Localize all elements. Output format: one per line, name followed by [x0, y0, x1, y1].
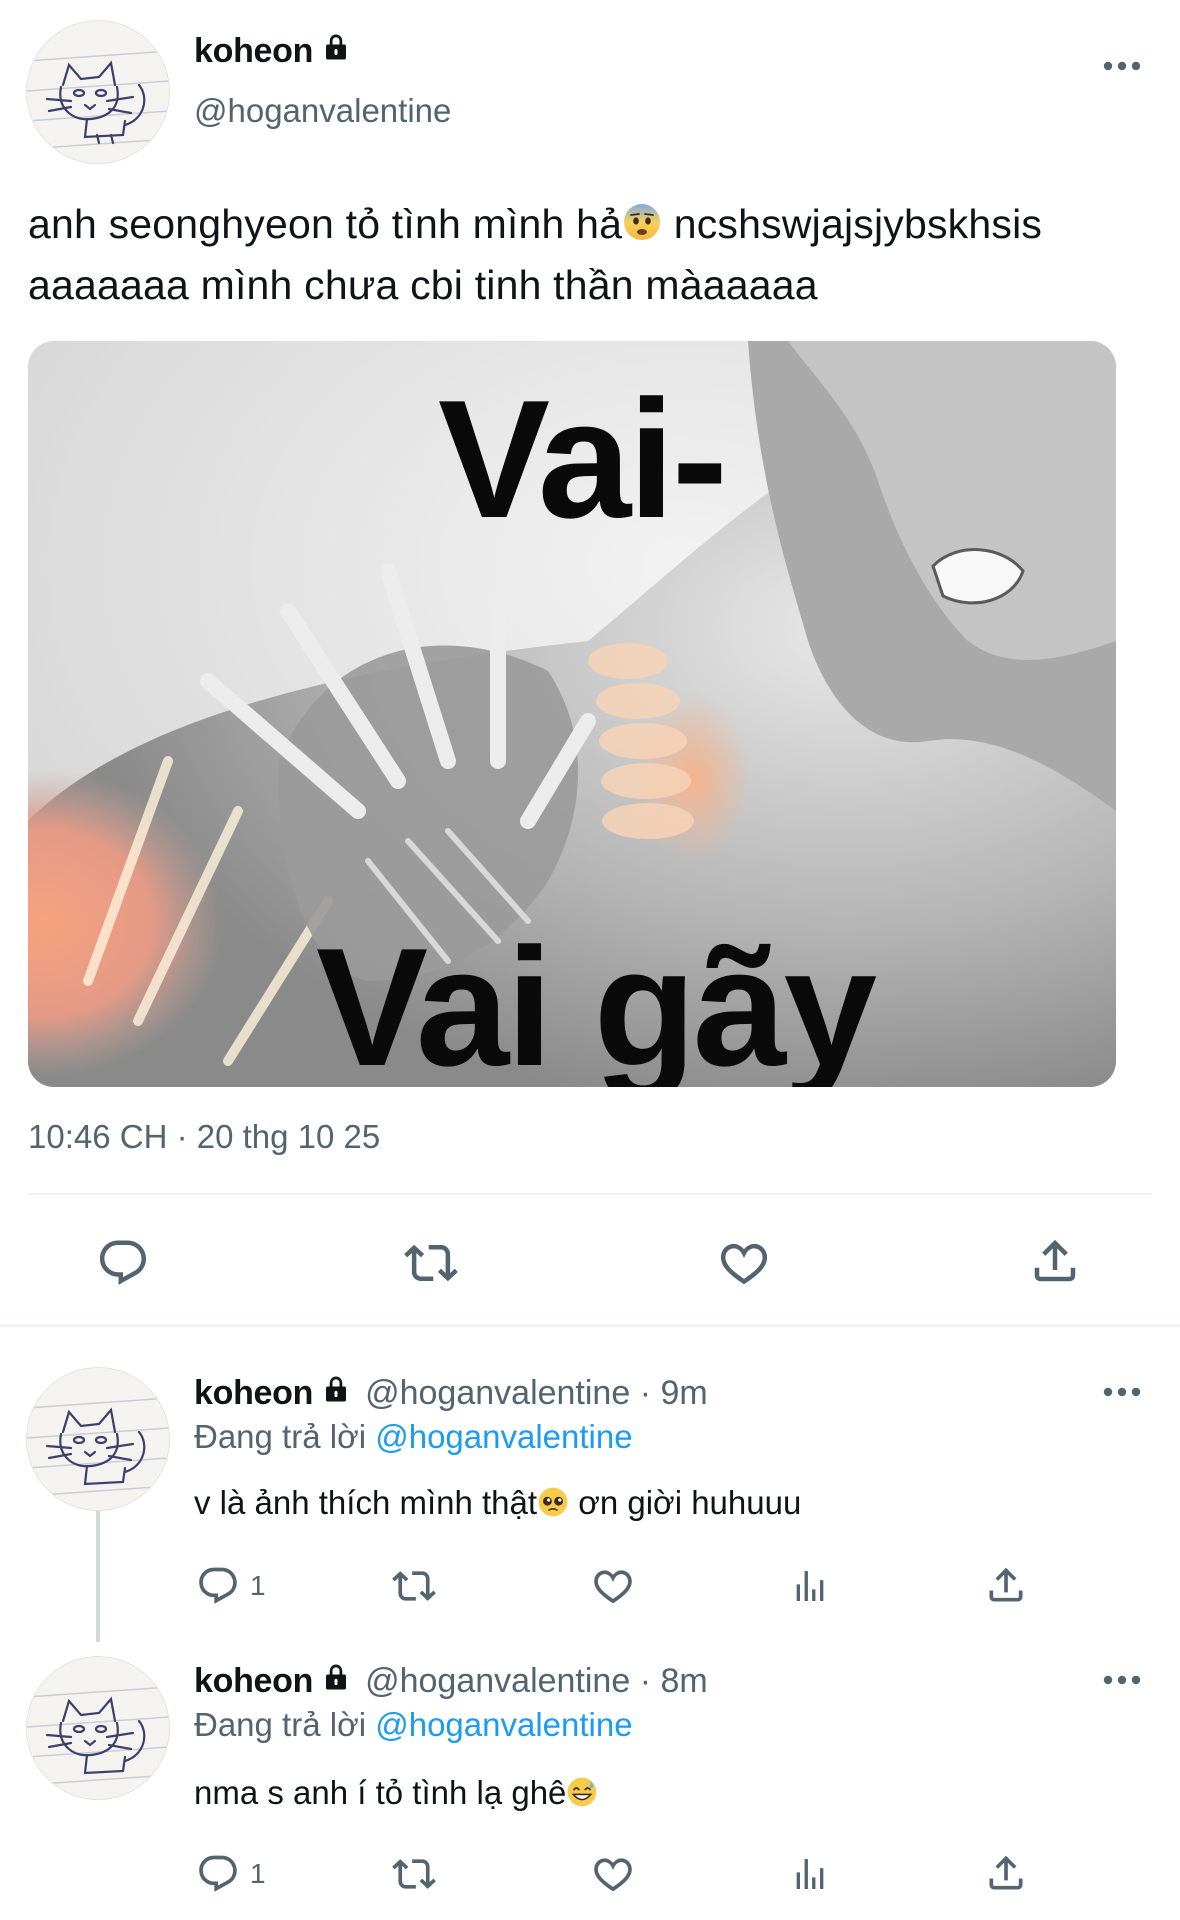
thread-connector-line: [96, 1510, 100, 1642]
replying-to: Đang trả lời @hoganvalentine: [194, 1418, 633, 1455]
share-button[interactable]: [984, 1850, 1028, 1896]
section-divider: [0, 1324, 1180, 1327]
grinning-sweat-face-emoji-icon: [566, 1776, 598, 1816]
reply-icon: [199, 1567, 237, 1604]
lock-icon: [321, 1662, 351, 1701]
retweet-icon: [392, 1859, 436, 1889]
meme-caption-bottom: Vai gãy: [316, 913, 877, 1087]
like-icon: [720, 1243, 768, 1285]
share-icon: [989, 1855, 1023, 1890]
meme-caption-top: Vai-: [438, 365, 728, 553]
tweet-detail-page: koheon @hoganvalentine anh seonghyeon tỏ…: [0, 0, 1180, 1920]
fearful-face-emoji-icon: [622, 200, 662, 257]
tweet-text-line-1: anh seonghyeon tỏ tình mình hả ncshswjaj…: [28, 196, 1158, 257]
reply-count: 1: [250, 1858, 266, 1889]
more-icon[interactable]: [1102, 1386, 1142, 1398]
reply-button[interactable]: [96, 1236, 150, 1290]
reply-meta[interactable]: @hoganvalentine · 9m: [365, 1374, 708, 1413]
share-button[interactable]: [984, 1562, 1028, 1608]
views-button[interactable]: [790, 1852, 830, 1896]
like-icon: [594, 1570, 632, 1604]
bar-chart-icon: [796, 1571, 824, 1601]
retweet-button[interactable]: [402, 1236, 460, 1290]
views-button[interactable]: [790, 1564, 830, 1608]
avatar[interactable]: [26, 20, 170, 164]
author-handle[interactable]: @hoganvalentine: [194, 92, 451, 130]
display-name[interactable]: koheon: [194, 1374, 313, 1413]
share-button[interactable]: [1028, 1232, 1082, 1290]
tweet-text: anh seonghyeon tỏ tình mình hả ncshswjaj…: [28, 196, 1158, 314]
share-icon: [1034, 1239, 1076, 1282]
lock-icon: [321, 32, 351, 71]
pleading-face-emoji-icon: [537, 1486, 569, 1526]
retweet-button[interactable]: [390, 1852, 438, 1896]
retweet-icon: [404, 1244, 458, 1282]
retweet-button[interactable]: [390, 1564, 438, 1608]
reply-count: 1: [250, 1570, 266, 1601]
bar-chart-icon: [796, 1859, 824, 1889]
display-name: koheon: [194, 32, 314, 70]
like-button[interactable]: [716, 1236, 772, 1290]
tweet-timestamp[interactable]: 10:46 CH · 20 thg 10 25: [28, 1118, 380, 1156]
like-button[interactable]: [590, 1852, 636, 1896]
like-icon: [594, 1858, 632, 1892]
more-icon[interactable]: [1102, 1674, 1142, 1686]
lock-icon: [321, 1374, 351, 1413]
reply-icon: [199, 1855, 237, 1892]
avatar[interactable]: [26, 1656, 170, 1800]
mention-link[interactable]: @hoganvalentine: [375, 1418, 632, 1455]
reply-header: koheon @hoganvalentine · 9m: [194, 1374, 708, 1413]
reply-icon: [99, 1240, 147, 1285]
reply-header: koheon @hoganvalentine · 8m: [194, 1662, 708, 1701]
reply-button[interactable]: 1: [196, 1852, 266, 1896]
reply-text: nma s anh í tỏ tình lạ ghê: [194, 1774, 598, 1816]
retweet-icon: [392, 1571, 436, 1601]
avatar[interactable]: [26, 1367, 170, 1511]
reply-button[interactable]: 1: [196, 1564, 266, 1608]
more-icon[interactable]: [1102, 60, 1142, 72]
divider: [28, 1193, 1152, 1195]
tweet-text-line-2: aaaaaaa mình chưa cbi tinh thần màaaaaa: [28, 262, 818, 308]
author-name[interactable]: koheon: [194, 32, 351, 71]
reply-text: v là ảnh thích mình thật ơn giời huhuuu: [194, 1484, 801, 1526]
like-button[interactable]: [590, 1564, 636, 1608]
reply-meta[interactable]: @hoganvalentine · 8m: [365, 1662, 708, 1701]
replying-to: Đang trả lời @hoganvalentine: [194, 1706, 633, 1743]
mention-link[interactable]: @hoganvalentine: [375, 1706, 632, 1743]
display-name[interactable]: koheon: [194, 1662, 313, 1701]
tweet-image[interactable]: Vai- Vai gãy: [28, 341, 1116, 1087]
share-icon: [989, 1567, 1023, 1602]
